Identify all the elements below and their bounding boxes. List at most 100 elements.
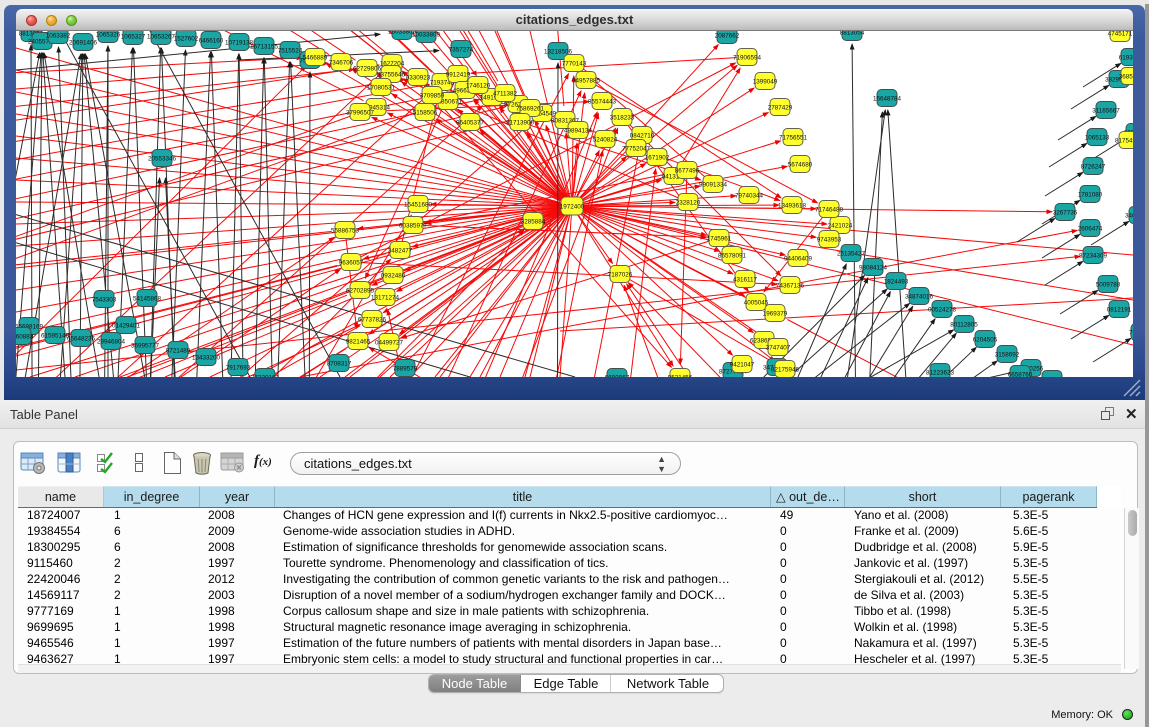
svg-text:13433200: 13433200 [192,355,221,362]
svg-text:5466889: 5466889 [303,55,328,62]
svg-text:94406409: 94406409 [784,256,813,263]
svg-text:7917693: 7917693 [226,365,251,372]
svg-text:1671902: 1671902 [645,155,670,162]
svg-text:0932480: 0932480 [381,273,406,280]
svg-text:86578091: 86578091 [718,253,747,260]
svg-text:17080531: 17080531 [367,85,396,92]
svg-text:5674680: 5674680 [788,162,813,169]
svg-text:2087662: 2087662 [715,33,740,40]
svg-text:3158692: 3158692 [995,352,1020,359]
svg-text:9743953: 9743953 [817,237,842,244]
svg-text:4745171: 4745171 [1108,31,1133,38]
svg-text:1527602: 1527602 [174,36,199,43]
svg-text:0330923: 0330923 [406,75,431,82]
svg-text:7515524: 7515524 [278,48,303,55]
svg-text:3747407: 3747407 [766,345,791,352]
svg-text:96405377: 96405377 [456,120,485,127]
svg-text:8726247: 8726247 [1081,164,1106,171]
svg-text:1065326: 1065326 [96,32,121,39]
svg-text:8708317: 8708317 [327,361,352,368]
svg-text:7187026: 7187026 [608,272,633,279]
svg-text:00524278: 00524278 [928,307,957,314]
svg-text:36995777: 36995777 [131,343,160,350]
svg-text:20691406: 20691406 [69,40,98,47]
svg-text:1399049: 1399049 [753,79,778,86]
svg-text:75869261: 75869261 [516,106,545,113]
svg-text:16713155: 16713155 [250,44,279,51]
svg-text:9521456: 9521456 [668,375,693,378]
svg-text:31165667: 31165667 [1092,108,1120,115]
svg-text:7346706: 7346706 [329,60,354,67]
svg-text:3709859: 3709859 [420,93,445,100]
svg-text:62702895: 62702895 [346,288,375,295]
svg-text:8721489: 8721489 [166,348,191,355]
svg-text:5009788: 5009788 [1096,282,1121,289]
svg-text:8677496: 8677496 [675,168,700,175]
svg-text:34874016: 34874016 [905,294,934,301]
svg-text:5240824: 5240824 [593,137,618,144]
svg-text:7357274: 7357274 [449,47,474,54]
svg-text:76320163: 76320163 [251,375,280,378]
svg-text:0812191: 0812191 [1107,307,1132,314]
svg-text:13493618: 13493618 [778,203,807,210]
svg-text:37996507: 37996507 [346,110,375,117]
svg-text:8813054: 8813054 [840,31,865,37]
svg-text:1781080: 1781080 [1078,192,1103,199]
svg-text:61595148: 61595148 [41,333,70,340]
svg-text:53755646: 53755646 [377,72,406,79]
svg-text:1824493: 1824493 [884,279,909,286]
svg-text:6193990: 6193990 [1119,55,1133,62]
svg-text:1063382: 1063382 [46,33,71,40]
svg-text:71746488: 71746488 [815,207,844,214]
svg-text:7543303: 7543303 [92,297,117,304]
svg-text:4316117: 4316117 [733,277,758,284]
svg-text:7991183: 7991183 [1129,330,1133,337]
svg-text:1745961: 1745961 [707,236,732,243]
svg-text:81223623: 81223623 [926,370,955,377]
svg-text:04499727: 04499727 [375,340,404,347]
svg-text:10653267: 10653267 [147,34,176,41]
svg-text:67737826: 67737826 [358,317,387,324]
svg-text:1065133: 1065133 [1085,135,1110,142]
svg-text:6204505: 6204505 [973,337,998,344]
svg-text:4711382: 4711382 [493,91,518,98]
svg-text:9912419: 9912419 [446,72,471,79]
svg-text:15451680: 15451680 [404,202,433,209]
svg-text:2787429: 2787429 [768,105,793,112]
svg-text:74367136: 74367136 [776,283,805,290]
svg-text:9821465: 9821465 [346,339,371,346]
svg-text:3518233: 3518233 [610,115,635,122]
svg-text:1972400: 1972400 [560,204,585,211]
svg-text:65648236: 65648236 [67,336,96,343]
svg-text:10033809: 10033809 [412,32,441,39]
svg-text:5158506: 5158506 [413,110,438,117]
svg-text:29946804: 29946804 [97,339,126,346]
svg-text:81754965: 81754965 [1115,138,1133,145]
svg-text:3285884: 3285884 [521,219,546,226]
svg-text:2328120: 2328120 [676,200,701,207]
svg-text:71756551: 71756551 [779,135,808,142]
svg-text:9636057: 9636057 [339,260,364,267]
svg-text:2606474: 2606474 [1078,226,1103,233]
svg-text:3482477: 3482477 [388,248,413,255]
svg-text:1969379: 1969379 [763,311,788,318]
svg-text:7889579: 7889579 [393,366,418,373]
svg-text:34957885: 34957885 [572,78,601,85]
svg-text:49894134: 49894134 [564,128,593,135]
svg-text:34624751: 34624751 [1125,213,1133,220]
svg-text:55886753: 55886753 [331,228,360,235]
svg-text:7770143: 7770143 [562,61,587,68]
svg-text:82175946: 82175946 [771,367,800,374]
svg-text:25135427: 25135427 [837,251,866,258]
svg-text:85574443: 85574443 [588,99,617,106]
svg-text:87234309: 87234309 [1079,253,1108,260]
svg-text:79740344: 79740344 [735,193,764,200]
svg-text:1065327: 1065327 [121,34,146,41]
svg-text:4216073: 4216073 [1040,377,1065,378]
svg-text:98084124: 98084124 [859,265,888,272]
svg-text:13171274: 13171274 [371,295,400,302]
svg-text:6658760: 6658760 [1008,372,1033,378]
svg-text:16648784: 16648784 [873,96,902,103]
svg-text:99091334: 99091334 [699,182,728,189]
svg-text:4005045: 4005045 [744,300,769,307]
